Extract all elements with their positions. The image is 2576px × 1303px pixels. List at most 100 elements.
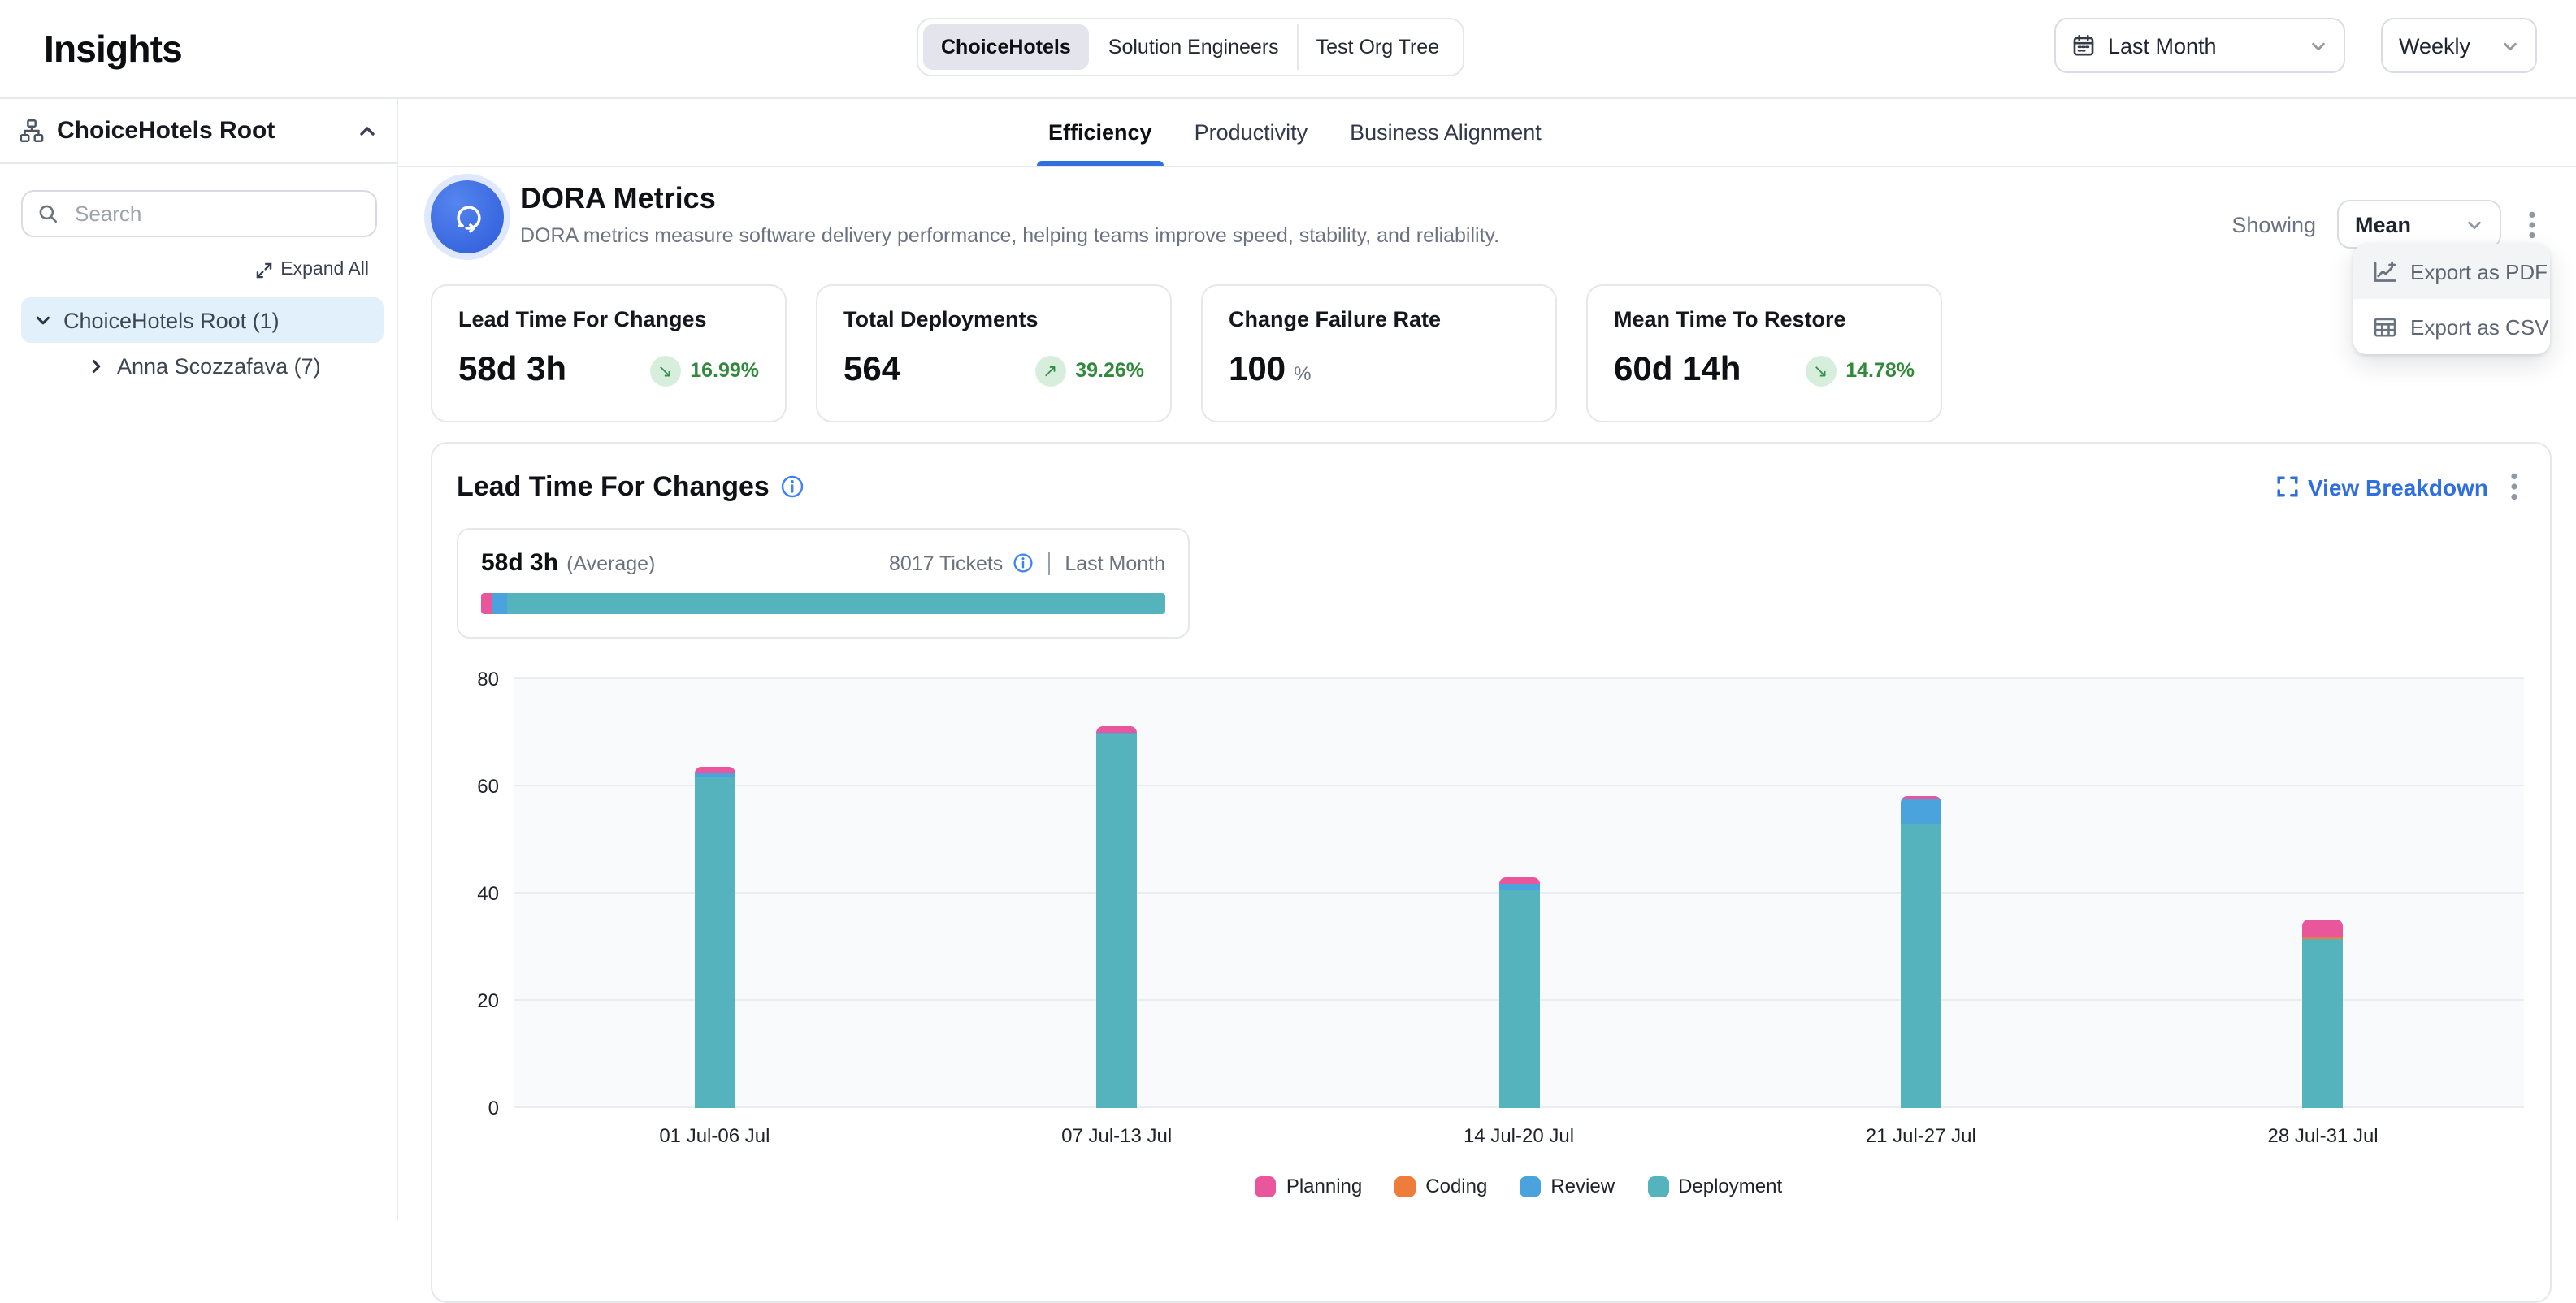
date-range-select[interactable]: Last Month bbox=[2054, 18, 2345, 73]
menu-item-label: Export as CSV bbox=[2410, 314, 2549, 339]
search-icon bbox=[37, 203, 59, 224]
chart-kebab-menu-icon[interactable] bbox=[2504, 470, 2524, 504]
dora-cycle-icon bbox=[431, 180, 504, 253]
y-axis-tick: 80 bbox=[477, 668, 499, 690]
menu-item-export-as-csv[interactable]: Export as CSV bbox=[2353, 299, 2550, 354]
search-input[interactable] bbox=[72, 200, 361, 227]
showing-value: Mean bbox=[2355, 212, 2411, 236]
line-chart-icon bbox=[2373, 259, 2397, 284]
legend-label: Review bbox=[1550, 1175, 1615, 1197]
menu-item-export-as-pdf[interactable]: Export as PDF bbox=[2353, 244, 2550, 299]
y-axis-tick: 40 bbox=[477, 882, 499, 905]
granularity-select[interactable]: Weekly bbox=[2381, 18, 2537, 73]
metric-card-total-deployments: Total Deployments564↗39.26% bbox=[816, 284, 1172, 422]
section-tab-list: Efficiency Productivity Business Alignment bbox=[1043, 99, 1546, 166]
chart-legend: Planning Coding Review Deployment bbox=[514, 1175, 2524, 1197]
tree-item-label: ChoiceHotels Root (1) bbox=[63, 308, 280, 332]
summary-divider bbox=[1048, 552, 1050, 574]
legend-item-deployment[interactable]: Deployment bbox=[1647, 1175, 1782, 1197]
expand-all-button[interactable]: Expand All bbox=[0, 260, 397, 279]
chart-plot: 02040608001 Jul-06 Jul07 Jul-13 Jul14 Ju… bbox=[514, 679, 2524, 1108]
bar-segment-planning bbox=[2303, 919, 2344, 937]
sidebar-title: ChoiceHotels Root bbox=[57, 117, 345, 145]
view-breakdown-button[interactable]: View Breakdown bbox=[2277, 474, 2488, 500]
top-header: Insights ChoiceHotelsSolution EngineersT… bbox=[0, 0, 2576, 99]
tab-productivity[interactable]: Productivity bbox=[1190, 99, 1313, 166]
chart-card-title: Lead Time For Changes bbox=[457, 470, 770, 503]
summary-tickets: 8017 Tickets bbox=[889, 552, 1003, 574]
x-axis-label: 01 Jul-06 Jul bbox=[659, 1124, 770, 1147]
sidebar-collapse-chevron-up-icon[interactable] bbox=[358, 121, 377, 141]
x-axis-label: 21 Jul-27 Jul bbox=[1866, 1124, 1976, 1147]
info-icon[interactable] bbox=[781, 474, 805, 499]
trend-down-icon: ↘ bbox=[649, 355, 680, 386]
legend-item-review[interactable]: Review bbox=[1520, 1175, 1615, 1197]
bar-28-jul-31-jul[interactable] bbox=[2303, 919, 2344, 1108]
trend-badge: ↗39.26% bbox=[1034, 355, 1144, 386]
expand-corners-icon bbox=[2277, 476, 2298, 497]
granularity-value: Weekly bbox=[2399, 33, 2470, 58]
tab-efficiency[interactable]: Efficiency bbox=[1043, 99, 1157, 166]
metric-card-change-failure-rate: Change Failure Rate100% bbox=[1201, 284, 1557, 422]
dora-kebab-menu-icon[interactable] bbox=[2522, 207, 2542, 241]
bar-07-jul-13-jul[interactable] bbox=[1096, 727, 1137, 1108]
trend-badge: ↘16.99% bbox=[649, 355, 759, 386]
summary-value: 58d 3h bbox=[481, 549, 558, 577]
y-axis-tick: 0 bbox=[488, 1097, 499, 1119]
metric-card-mean-time-to-restore: Mean Time To Restore60d 14h↘14.78% bbox=[1586, 284, 1942, 422]
org-tab-test-org-tree[interactable]: Test Org Tree bbox=[1297, 24, 1457, 70]
bar-segment-review bbox=[1498, 883, 1539, 890]
metric-card-value: 58d 3h bbox=[458, 351, 566, 390]
chart-card-header: Lead Time For Changes View Breakdown bbox=[432, 444, 2550, 504]
bar-segment-deployment bbox=[694, 776, 735, 1108]
org-tab-solution-engineers[interactable]: Solution Engineers bbox=[1089, 24, 1297, 70]
trend-badge: ↘14.78% bbox=[1805, 355, 1915, 386]
export-menu: Export as PDF Export as CSV bbox=[2353, 244, 2550, 354]
x-axis-label: 07 Jul-13 Jul bbox=[1061, 1124, 1172, 1147]
metric-card-title: Total Deployments bbox=[843, 307, 1144, 331]
menu-item-label: Export as PDF bbox=[2410, 259, 2548, 284]
chevron-down-icon bbox=[2309, 37, 2327, 54]
dora-title: DORA Metrics bbox=[520, 182, 1499, 216]
metric-card-title: Lead Time For Changes bbox=[458, 307, 759, 331]
chart-card-title-group: Lead Time For Changes bbox=[457, 470, 805, 503]
lead-time-chart-card: Lead Time For Changes View Breakdown bbox=[431, 442, 2552, 1303]
trend-percent: 39.26% bbox=[1075, 359, 1144, 382]
metric-card-lead-time-for-changes: Lead Time For Changes 58d 3h ↘16.99% bbox=[431, 284, 787, 422]
summary-row: 58d 3h (Average) 8017 Tickets Last Month bbox=[481, 549, 1165, 577]
search-box[interactable] bbox=[21, 190, 377, 237]
legend-label: Planning bbox=[1286, 1175, 1362, 1197]
showing-select[interactable]: Mean bbox=[2337, 200, 2501, 249]
metric-card-title: Change Failure Rate bbox=[1229, 307, 1529, 331]
bar-21-jul-27-jul[interactable] bbox=[1901, 796, 1941, 1108]
page-title: Insights bbox=[44, 27, 182, 71]
chart-card-actions: View Breakdown bbox=[2277, 470, 2524, 504]
tree-item-choicehotels-root-1[interactable]: ChoiceHotels Root (1) bbox=[21, 297, 384, 343]
chevron-right-icon[interactable] bbox=[88, 357, 106, 374]
chevron-down-icon[interactable] bbox=[34, 311, 52, 329]
bar-segment-deployment bbox=[1901, 824, 1941, 1108]
org-tab-list: ChoiceHotelsSolution EngineersTest Org T… bbox=[917, 18, 1464, 76]
dora-header-text: DORA Metrics DORA metrics measure softwa… bbox=[520, 179, 1499, 247]
legend-label: Deployment bbox=[1678, 1175, 1782, 1197]
calendar-icon bbox=[2072, 34, 2095, 57]
header-selects: Last Month Weekly bbox=[2054, 18, 2537, 73]
showing-label: Showing bbox=[2231, 212, 2316, 236]
bar-01-jul-06-jul[interactable] bbox=[694, 768, 735, 1108]
legend-item-coding[interactable]: Coding bbox=[1394, 1175, 1487, 1197]
date-range-value: Last Month bbox=[2108, 33, 2217, 58]
x-axis-label: 14 Jul-20 Jul bbox=[1464, 1124, 1574, 1147]
bar-segment-deployment bbox=[1096, 734, 1137, 1108]
trend-percent: 14.78% bbox=[1845, 359, 1915, 382]
section-tabbar: Efficiency Productivity Business Alignment bbox=[398, 99, 2576, 167]
summary-segment-deployment bbox=[508, 593, 1165, 614]
legend-item-planning[interactable]: Planning bbox=[1255, 1175, 1362, 1197]
info-icon[interactable] bbox=[1013, 552, 1034, 574]
tab-business-alignment[interactable]: Business Alignment bbox=[1345, 99, 1546, 166]
expand-all-label: Expand All bbox=[280, 260, 369, 279]
org-tab-choicehotels[interactable]: ChoiceHotels bbox=[923, 24, 1089, 70]
bar-14-jul-20-jul[interactable] bbox=[1498, 877, 1539, 1108]
legend-label: Coding bbox=[1425, 1175, 1487, 1197]
chevron-down-icon bbox=[2501, 37, 2519, 54]
tree-item-anna-scozzafava-7[interactable]: Anna Scozzafava (7) bbox=[21, 343, 384, 388]
